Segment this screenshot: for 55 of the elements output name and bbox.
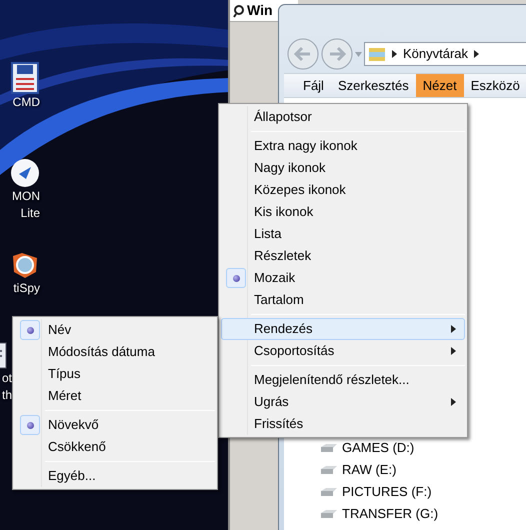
menu-item[interactable]: Csökkenő — [15, 436, 215, 458]
breadcrumb-arrow-icon — [474, 50, 480, 58]
submenu-arrow-icon — [451, 347, 456, 355]
desktop-icon-label[interactable]: ot — [2, 370, 12, 387]
address-bar[interactable]: Könyvtárak — [364, 42, 526, 66]
menu-item[interactable]: Ugrás — [221, 391, 465, 413]
menu-item[interactable]: Megjelenítendő részletek... — [221, 369, 465, 391]
menu-item[interactable]: Nagy ikonok — [221, 157, 465, 179]
submenu-arrow-icon — [451, 398, 456, 406]
menu-bar-item[interactable]: Nézet — [416, 74, 464, 97]
menu-item[interactable]: Egyéb... — [15, 465, 215, 487]
menu-item[interactable]: Lista — [221, 223, 465, 245]
magnifier-icon — [10, 250, 40, 280]
drive-icon — [320, 442, 338, 452]
menu-item[interactable]: Növekvő — [15, 414, 215, 436]
menu-item[interactable]: Név — [15, 319, 215, 341]
drive-label[interactable]: GAMES (D:) — [342, 438, 414, 458]
menu-item[interactable]: Frissítés — [221, 413, 465, 435]
breadcrumb[interactable]: Könyvtárak — [403, 44, 468, 64]
window-title: Win — [247, 1, 273, 20]
menu-bar-item[interactable]: Szerkesztés — [330, 74, 416, 97]
desktop-icon-label[interactable]: tiSpy — [13, 280, 40, 297]
desktop-icon-label[interactable]: CMD — [12, 94, 40, 111]
back-button-icon[interactable] — [287, 38, 319, 70]
menu-item[interactable]: Állapotsor — [221, 106, 465, 128]
dropdown-arrow-icon[interactable] — [355, 52, 362, 56]
menu-item[interactable]: Közepes ikonok — [221, 179, 465, 201]
forward-button-icon[interactable] — [321, 38, 353, 70]
drive-label[interactable]: PICTURES (F:) — [342, 482, 432, 502]
menu-item[interactable]: Extra nagy ikonok — [221, 135, 465, 157]
menu-item[interactable]: Mozaik — [221, 267, 465, 289]
menu-bar-item[interactable]: Fájl — [296, 74, 331, 97]
menu-item[interactable]: Tartalom — [221, 289, 465, 311]
desktop-icon-label[interactable]: th — [2, 387, 12, 404]
folder-icon — [368, 46, 386, 62]
menu-item[interactable]: Rendezés — [221, 318, 465, 340]
menu-item[interactable]: Típus — [15, 363, 215, 385]
drive-label[interactable]: RAW (E:) — [342, 460, 396, 480]
menu-item[interactable]: Részletek — [221, 245, 465, 267]
drive-icon — [320, 464, 338, 474]
drive-label[interactable]: TRANSFER (G:) — [342, 504, 438, 524]
disc-icon — [10, 158, 40, 188]
menu-item[interactable]: Módosítás dátuma — [15, 341, 215, 363]
desktop-icon-label[interactable]: Lite — [20, 205, 40, 222]
menu-item[interactable]: Kis ikonok — [221, 201, 465, 223]
drive-icon — [320, 508, 338, 518]
breadcrumb-arrow-icon — [392, 50, 397, 58]
magnifier-icon — [233, 4, 245, 18]
drive-icon — [320, 486, 338, 496]
menu-item[interactable]: Csoportosítás — [221, 340, 465, 362]
menu-bar-item[interactable]: Eszközö — [464, 74, 526, 97]
floppy-icon — [10, 62, 40, 94]
submenu-arrow-icon — [451, 325, 456, 333]
desktop-icon-label[interactable]: MON — [12, 188, 40, 205]
menu-item[interactable]: Méret — [15, 385, 215, 407]
